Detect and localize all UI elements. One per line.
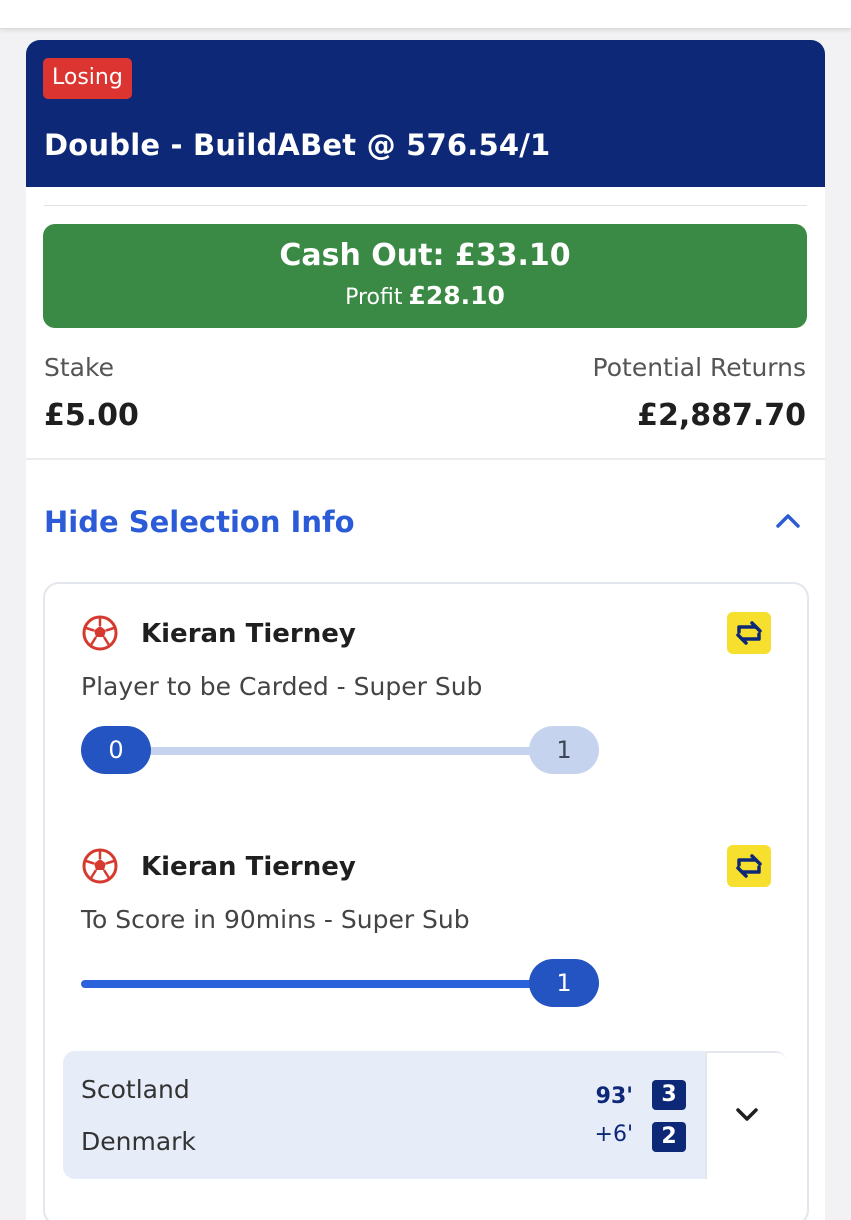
potential-returns-label: Potential Returns (592, 353, 806, 382)
swap-icon[interactable] (727, 845, 771, 887)
progress-current-pill: 0 (81, 726, 151, 774)
bet-header: Losing Double - BuildABet @ 576.54/1 (26, 40, 825, 187)
match-scoreboard: Scotland Denmark 93' +6' 3 2 (63, 1051, 787, 1179)
divider (44, 205, 807, 206)
football-icon (82, 848, 118, 884)
player-name: Kieran Tierney (141, 852, 356, 882)
market-label: Player to be Carded - Super Sub (81, 672, 483, 701)
profit-label: Profit (345, 285, 403, 310)
progress-track (81, 747, 599, 755)
status-badge: Losing (43, 58, 132, 99)
progress-track (81, 980, 599, 988)
away-team: Denmark (81, 1127, 196, 1156)
hide-selection-info-link[interactable]: Hide Selection Info (44, 505, 355, 539)
bet-card: Losing Double - BuildABet @ 576.54/1 Cas… (26, 40, 825, 1220)
progress-target-pill: 1 (529, 726, 599, 774)
section-divider (26, 458, 825, 460)
selections-panel: Kieran Tierney Player to be Carded - Sup… (43, 582, 809, 1220)
chevron-up-icon[interactable] (773, 506, 803, 536)
progress-target-pill: 1 (529, 959, 599, 1007)
football-icon (82, 615, 118, 651)
top-bar (0, 0, 851, 29)
home-team: Scotland (81, 1075, 190, 1104)
potential-returns-value: £2,887.70 (637, 398, 806, 433)
market-label: To Score in 90mins - Super Sub (81, 905, 470, 934)
cash-out-label: Cash Out: £33.10 (279, 238, 571, 273)
bet-title: Double - BuildABet @ 576.54/1 (44, 128, 551, 162)
match-minute: 93' (595, 1084, 633, 1109)
home-score: 3 (652, 1080, 686, 1110)
match-info: Scotland Denmark 93' +6' 3 2 (63, 1051, 705, 1179)
added-time: +6' (594, 1122, 633, 1147)
profit-value: £28.10 (408, 281, 505, 310)
swap-icon[interactable] (727, 612, 771, 654)
stake-label: Stake (44, 353, 114, 382)
away-score: 2 (652, 1122, 686, 1152)
stake-value: £5.00 (44, 398, 139, 433)
cash-out-profit: Profit £28.10 (43, 281, 807, 310)
cash-out-button[interactable]: Cash Out: £33.10 Profit £28.10 (43, 224, 807, 328)
player-name: Kieran Tierney (141, 619, 356, 649)
chevron-down-icon (736, 1108, 758, 1121)
expand-match-button[interactable] (705, 1051, 787, 1179)
